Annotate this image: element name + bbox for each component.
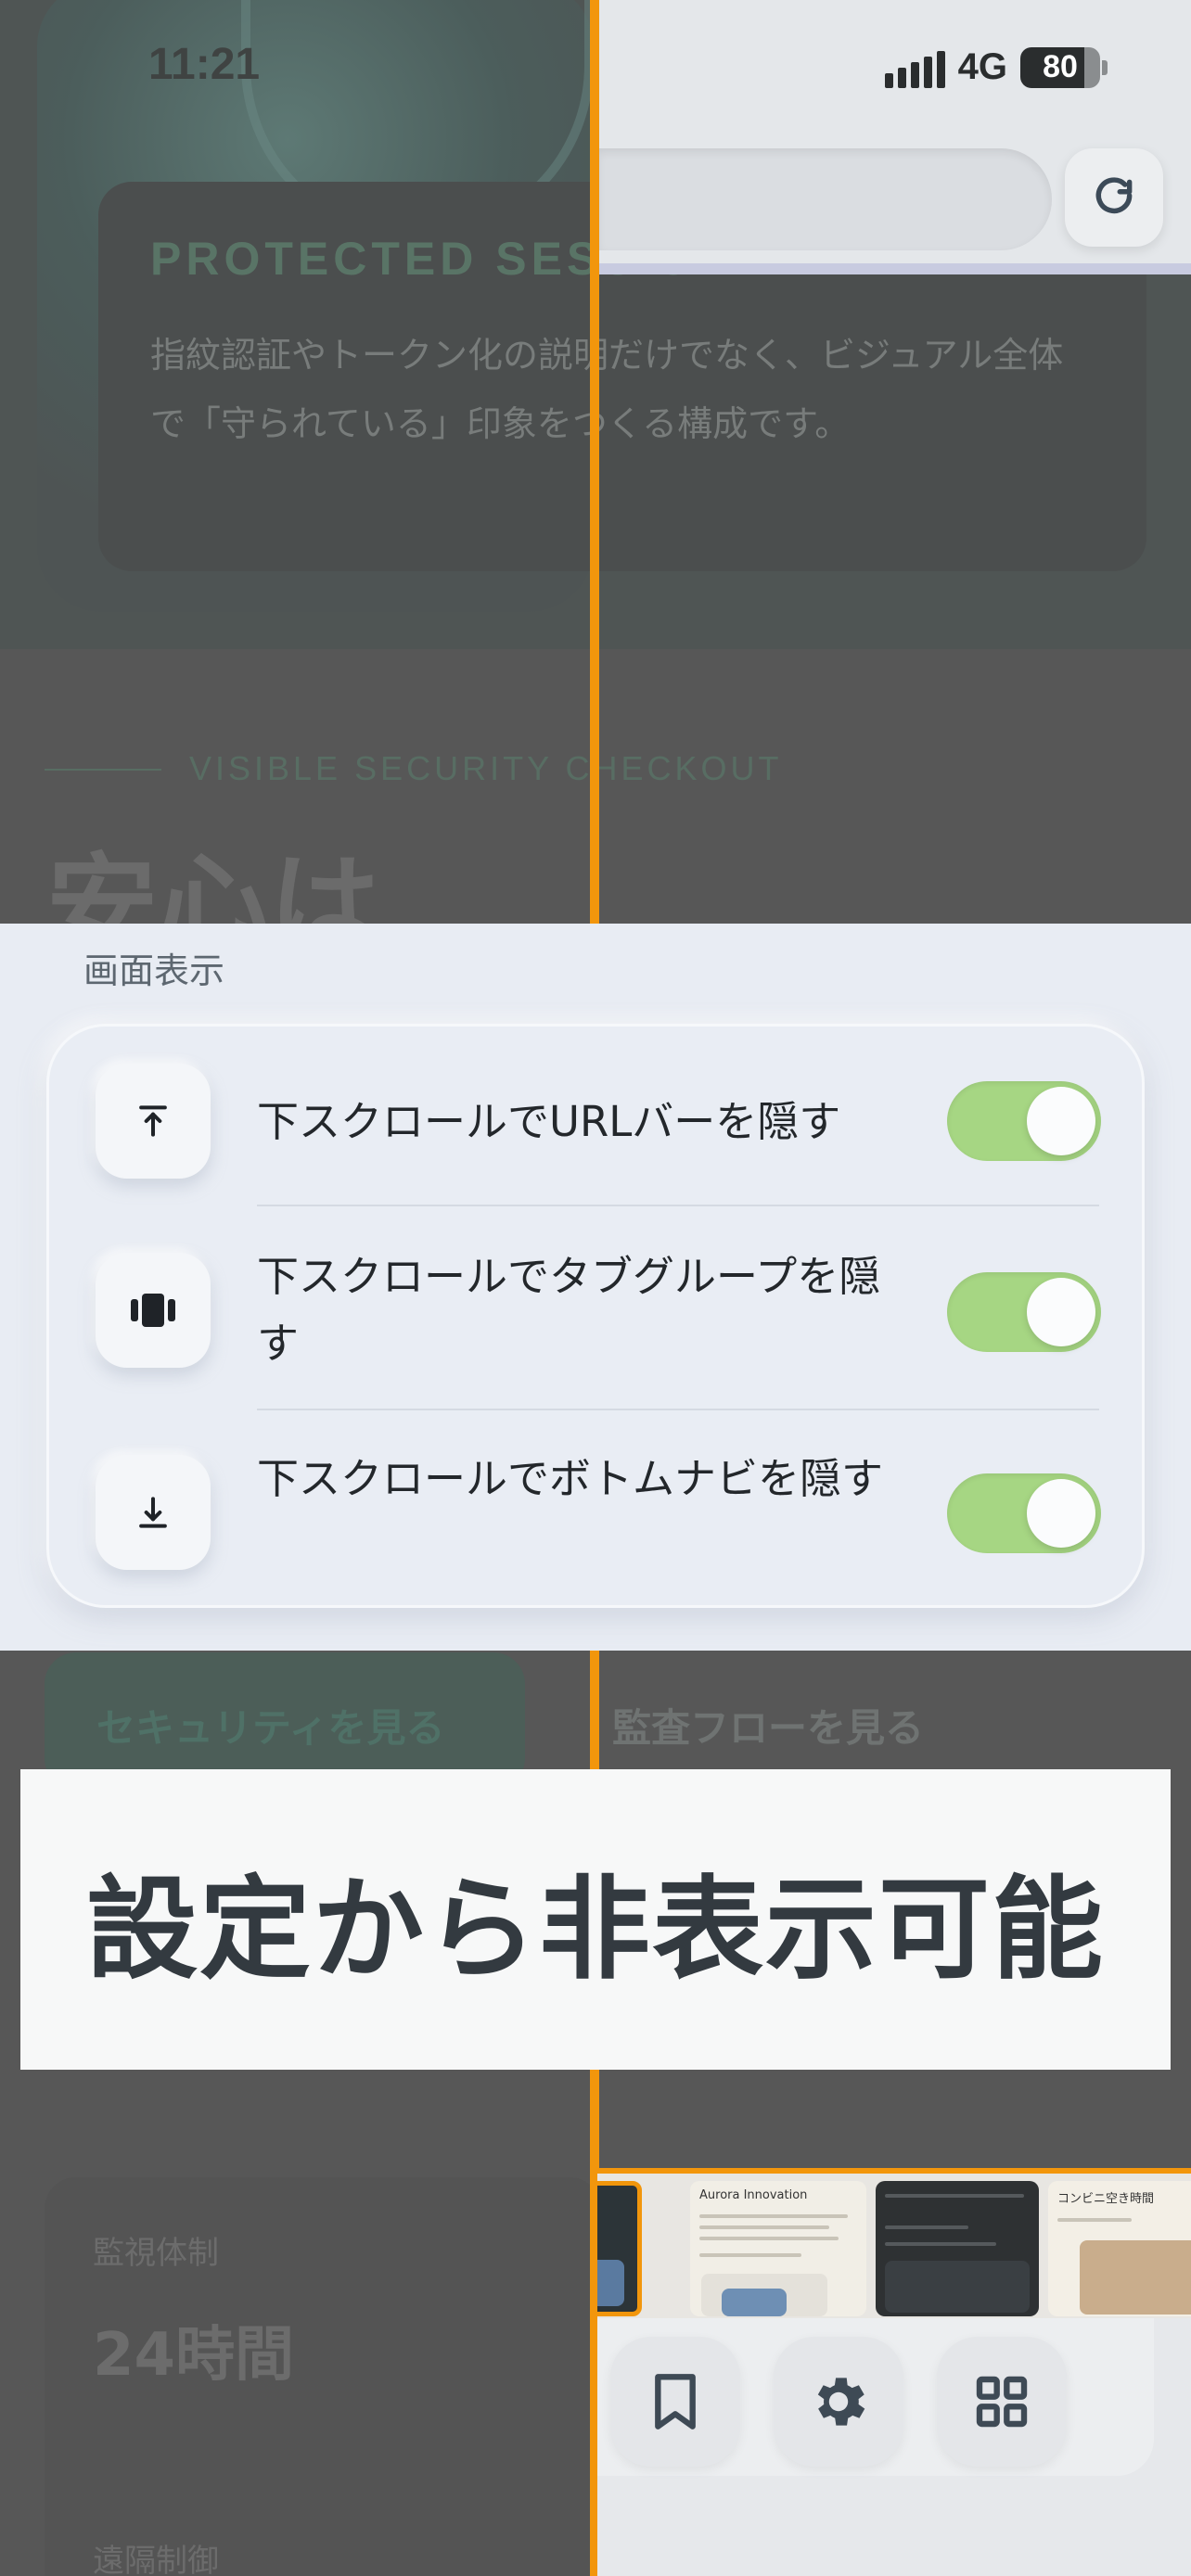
- screen: PROTECTED SESSION 指紋認証やトークン化の説明だけでなく、ビジュ…: [0, 0, 1191, 2576]
- arrow-up-to-line-icon: [96, 1064, 211, 1179]
- battery-level: 80: [1020, 46, 1100, 88]
- tab-thumbnail-title: コンビニ空き時間: [1057, 2192, 1155, 2206]
- toggle-hide-url-bar[interactable]: [947, 1081, 1101, 1161]
- status-indicators: 4G 80: [884, 46, 1108, 88]
- row-divider: [257, 1409, 1099, 1410]
- toggle-knob: [1027, 1087, 1095, 1155]
- eyebrow-text: VISIBLE SECURITY CHECKOUT: [189, 749, 783, 787]
- view-audit-flow-link[interactable]: 監査フローを見る: [612, 1697, 924, 1753]
- status-time: 11:21: [148, 40, 261, 89]
- network-type: 4G: [957, 46, 1007, 87]
- setting-label-hide-url-bar: 下スクロールでURLバーを隠す: [257, 1097, 841, 1146]
- tab-strip-accent: [597, 2168, 1191, 2174]
- tab-group-icon: [96, 1253, 211, 1368]
- setting-label-hide-bottom-nav: 下スクロールでボトムナビを隠す: [257, 1454, 884, 1503]
- setting-row-hide-bottom-nav[interactable]: 下スクロールでボトムナビを隠す: [49, 1416, 1142, 1611]
- grid-icon: [976, 2376, 1028, 2428]
- toggle-hide-bottom-nav[interactable]: [947, 1473, 1101, 1553]
- signal-icon: [884, 47, 945, 88]
- stat-label: 監視体制: [93, 2235, 219, 2272]
- tabs-grid-button[interactable]: [937, 2337, 1067, 2467]
- setting-row-hide-tab-group[interactable]: 下スクロールでタブグループを隠す: [49, 1221, 1142, 1416]
- url-input[interactable]: [597, 148, 1052, 250]
- toggle-hide-tab-group[interactable]: [947, 1272, 1101, 1352]
- toggle-knob: [1027, 1479, 1095, 1548]
- arrow-down-to-line-icon: [96, 1455, 211, 1570]
- tab-group-strip: Aurora Innovation コンビニ空き時間: [597, 2170, 1191, 2318]
- stat-label-remote: 遠隔制御: [93, 2543, 219, 2576]
- tab-thumbnail[interactable]: [876, 2181, 1039, 2316]
- eyebrow-line: [45, 769, 161, 771]
- card-text: 指紋認証やトークン化の説明だけでなく、ビジュアル全体で「守られている」印象をつく…: [150, 335, 1064, 444]
- bookmark-button[interactable]: [610, 2337, 740, 2467]
- reload-icon: [1095, 177, 1133, 214]
- bookmark-icon: [655, 2374, 696, 2429]
- stat-value: 24時間: [93, 2321, 295, 2390]
- caption-banner: 設定から非表示可能: [20, 1769, 1171, 2070]
- row-divider: [257, 1205, 1099, 1206]
- battery-icon: 80: [1020, 46, 1108, 88]
- tab-thumbnail[interactable]: [597, 2181, 642, 2316]
- view-security-label: セキュリティを見る: [96, 1705, 445, 1751]
- settings-button[interactable]: [774, 2337, 903, 2467]
- gear-icon: [817, 2378, 865, 2426]
- tab-thumbnail-title: Aurora Innovation: [699, 2188, 808, 2202]
- reload-button[interactable]: [1065, 148, 1163, 247]
- section-title: 画面表示: [83, 950, 225, 991]
- url-bar-panel: [597, 0, 1191, 274]
- settings-card: 下スクロールでURLバーを隠す 下スクロールでタブグループを隠す 下スクロールで…: [46, 1024, 1145, 1608]
- setting-label-hide-tab-group: 下スクロールでタブグループを隠す: [257, 1252, 881, 1368]
- toggle-knob: [1027, 1278, 1095, 1346]
- tab-thumbnail[interactable]: Aurora Innovation: [690, 2181, 866, 2316]
- caption-text: 設定から非表示可能: [86, 1866, 1105, 1995]
- setting-row-hide-url-bar[interactable]: 下スクロールでURLバーを隠す: [49, 1027, 1142, 1221]
- tab-thumbnail[interactable]: コンビニ空き時間: [1048, 2181, 1191, 2316]
- bottom-nav: [597, 2318, 1191, 2576]
